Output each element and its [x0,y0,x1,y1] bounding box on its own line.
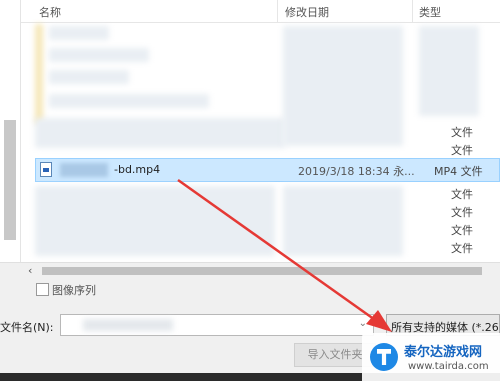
blurred-dates [283,186,403,256]
sort-chevron-icon: ˄ [151,0,156,5]
filename-input[interactable]: ⌄ [60,314,374,336]
watermark: 泰尔达游戏网 www.tairda.com [362,333,500,381]
file-date: 2019/3/18 18:34 永... [298,165,415,178]
blurred-filename [49,26,109,40]
column-header-type[interactable]: 类型 [419,4,441,20]
blurred-types [419,26,479,116]
file-list[interactable]: 名称 ˄ 修改日期 类型 文件 文件 -bd.mp4 2019/3/18 18:… [21,0,500,262]
file-name: -bd.mp4 [114,163,161,176]
type-cell: 文件 [451,126,473,139]
blurred-row [35,186,275,256]
scroll-left-icon[interactable]: ‹ [28,264,32,277]
column-divider[interactable] [412,0,413,22]
blurred-filename [49,70,129,84]
column-header-date[interactable]: 修改日期 [285,4,329,20]
filename-label: 文件名(N): [0,321,54,334]
blurred-filename [49,48,149,62]
column-header-name[interactable]: 名称 [39,4,61,20]
list-header: 名称 ˄ 修改日期 类型 [21,0,500,23]
site-logo-icon [370,343,398,371]
file-type: MP4 文件 [434,165,483,178]
blurred-filename [49,94,209,108]
image-sequence-label: 图像序列 [52,284,96,297]
video-file-icon [40,162,52,177]
column-divider[interactable] [277,0,278,22]
blurred-dates [283,26,403,146]
folder-strip [35,24,43,124]
watermark-title: 泰尔达游戏网 [404,345,483,360]
table-row-selected[interactable]: -bd.mp4 2019/3/18 18:34 永... MP4 文件 [35,158,500,182]
type-cell: 文件 [451,224,473,237]
watermark-url: www.tairda.com [408,361,489,372]
type-cell: 文件 [451,144,473,157]
type-cell: 文件 [451,188,473,201]
navigation-scrollbar[interactable] [4,120,16,240]
chevron-down-icon[interactable]: ⌄ [359,318,367,329]
blurred-filename [83,319,173,331]
type-cell: 文件 [451,206,473,219]
blurred-row [35,118,285,148]
blurred-filename [60,163,108,177]
type-cell: 文件 [451,242,473,255]
horizontal-scrollbar[interactable]: ‹ [0,262,500,279]
image-sequence-checkbox[interactable] [36,283,49,296]
scrollbar-thumb[interactable] [42,267,482,275]
